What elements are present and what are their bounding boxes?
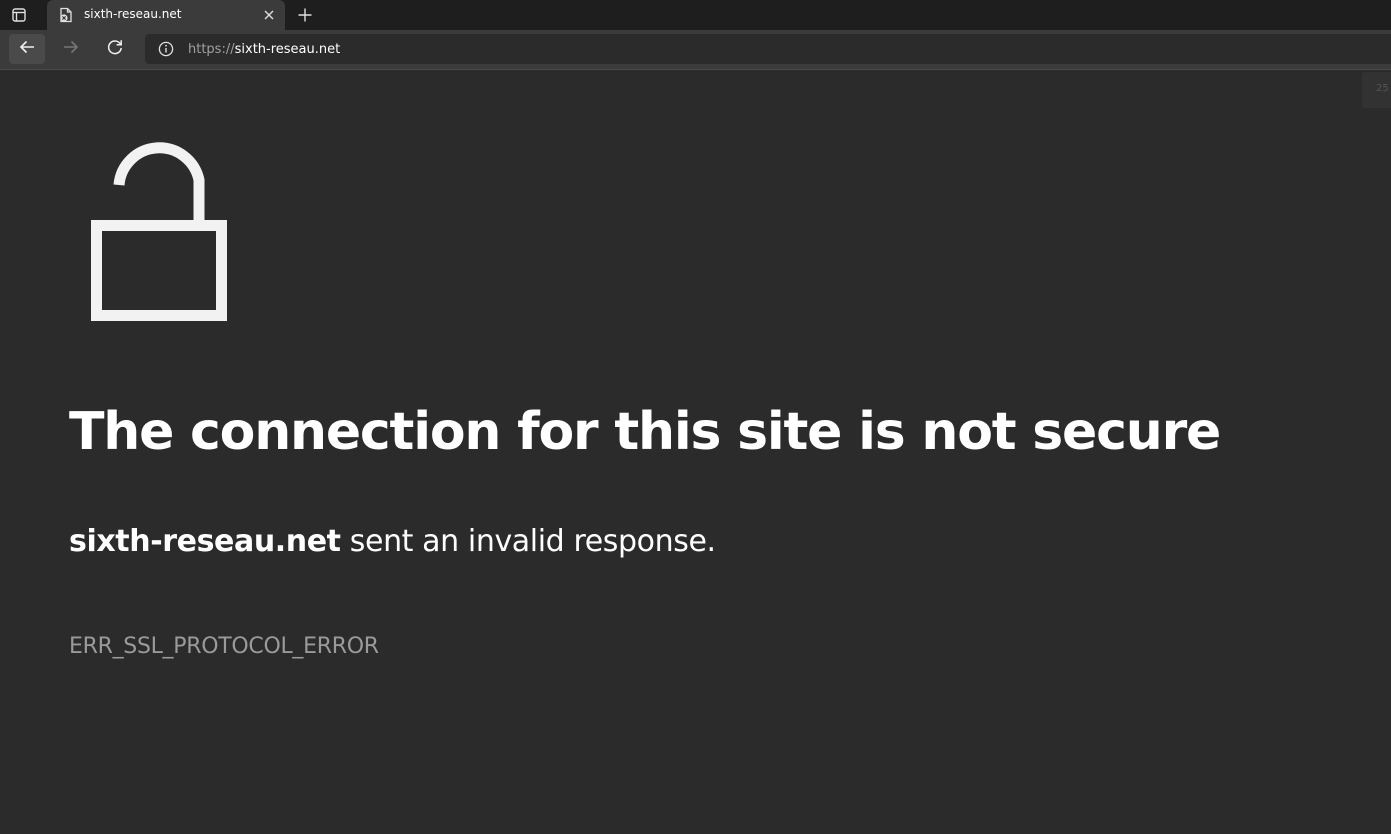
address-bar[interactable]: https://sixth-reseau.net	[145, 34, 1391, 64]
tab-active[interactable]: sixth-reseau.net	[47, 0, 285, 30]
browser-window: sixth-reseau.net https://sixth-reseau.ne…	[0, 0, 1391, 834]
unlocked-padlock-icon	[90, 140, 230, 324]
zoom-indicator-text: 25	[1376, 83, 1389, 94]
info-icon[interactable]	[157, 40, 175, 58]
tab-actions-icon[interactable]	[10, 6, 28, 24]
back-button[interactable]	[9, 34, 45, 64]
forward-button[interactable]	[53, 34, 89, 64]
refresh-icon	[106, 38, 124, 60]
url-host: sixth-reseau.net	[234, 42, 341, 57]
tab-title: sixth-reseau.net	[84, 7, 182, 21]
plus-icon[interactable]	[296, 6, 314, 24]
error-message: sixth-reseau.net sent an invalid respons…	[69, 524, 716, 559]
error-code: ERR_SSL_PROTOCOL_ERROR	[69, 634, 379, 659]
zoom-indicator[interactable]: 25	[1362, 72, 1391, 108]
broken-page-icon	[58, 7, 74, 23]
error-message-text: sent an invalid response.	[340, 524, 716, 559]
forward-arrow-icon	[62, 38, 80, 60]
page-title: The connection for this site is not secu…	[69, 402, 1221, 462]
close-icon[interactable]	[262, 8, 276, 22]
site-name: sixth-reseau.net	[69, 524, 341, 559]
back-arrow-icon	[18, 38, 36, 60]
url-text[interactable]: https://sixth-reseau.net	[188, 42, 340, 57]
url-scheme: https://	[188, 42, 235, 57]
toolbar: https://sixth-reseau.net	[0, 30, 1391, 70]
refresh-button[interactable]	[97, 34, 133, 64]
tab-strip: sixth-reseau.net	[0, 0, 1391, 30]
